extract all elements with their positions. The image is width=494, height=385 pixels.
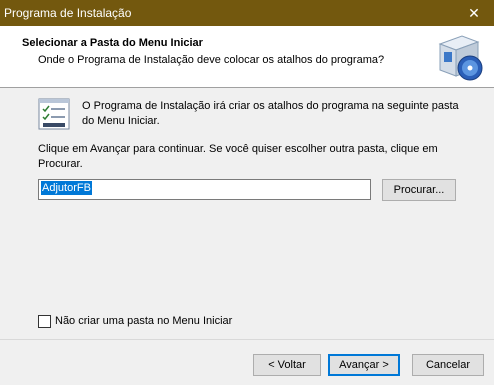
no-folder-checkbox[interactable]	[38, 315, 51, 328]
close-icon[interactable]: ✕	[454, 0, 494, 26]
footer-divider	[0, 339, 494, 340]
setup-box-cd-icon	[438, 35, 483, 81]
window-title: Programa de Instalação	[4, 6, 132, 20]
back-button[interactable]: < Voltar	[253, 354, 321, 376]
cancel-button[interactable]: Cancelar	[412, 354, 484, 376]
wizard-body: O Programa de Instalação irá criar os at…	[0, 89, 494, 339]
page-subtitle: Onde o Programa de Instalação deve coloc…	[38, 54, 385, 66]
next-button[interactable]: Avançar >	[328, 354, 400, 376]
no-folder-label: Não criar uma pasta no Menu Iniciar	[55, 315, 233, 327]
instructions-text: Clique em Avançar para continuar. Se voc…	[38, 143, 438, 170]
page-title: Selecionar a Pasta do Menu Iniciar	[22, 37, 203, 49]
start-menu-folder-input[interactable]: AdjutorFB	[38, 179, 371, 200]
wizard-header: Selecionar a Pasta do Menu Iniciar Onde …	[0, 26, 494, 88]
title-bar: Programa de Instalação ✕	[0, 0, 494, 26]
browse-button[interactable]: Procurar...	[382, 179, 456, 201]
intro-text: O Programa de Instalação irá criar os at…	[82, 100, 459, 127]
program-shortcuts-icon	[38, 98, 70, 130]
folder-value: AdjutorFB	[41, 181, 92, 195]
